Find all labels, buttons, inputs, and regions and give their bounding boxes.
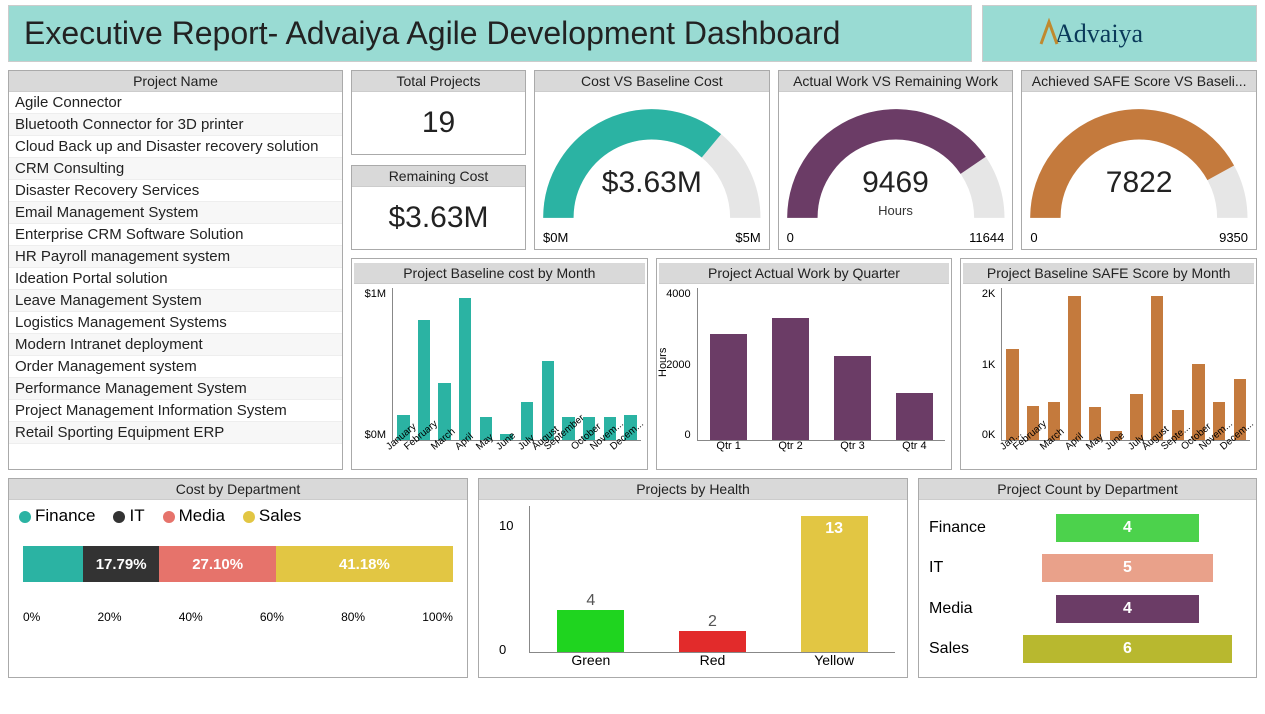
gauge-cost-max: $5M	[735, 230, 760, 245]
header: Executive Report- Advaiya Agile Developm…	[0, 0, 1265, 62]
project-list[interactable]: Agile ConnectorBluetooth Connector for 3…	[9, 92, 342, 469]
project-list-panel: Project Name Agile ConnectorBluetooth Co…	[8, 70, 343, 470]
project-list-title: Project Name	[9, 71, 342, 92]
list-item[interactable]: Retail Sporting Equipment ERP	[9, 422, 342, 444]
mini-charts-row: Project Baseline cost by Month $1M$0MJan…	[351, 258, 1257, 470]
gauge-safe-min: 0	[1030, 230, 1037, 245]
cost-department-axis: 0%20%40%60%80%100%	[23, 610, 453, 624]
list-item[interactable]: Leave Management System	[9, 290, 342, 312]
chart-count-department: Project Count by Department Finance4 IT5 M…	[918, 478, 1257, 678]
gauge-safe-title: Achieved SAFE Score VS Baseli...	[1022, 71, 1256, 92]
stacked-segment-it: 17.79%	[83, 546, 159, 582]
list-item[interactable]: Project Management Information System	[9, 400, 342, 422]
svg-text:Advaiya: Advaiya	[1055, 19, 1144, 48]
chart-actual-work-title: Project Actual Work by Quarter	[659, 263, 950, 284]
gauge-cost-title: Cost VS Baseline Cost	[535, 71, 769, 92]
stacked-segment-finance	[23, 546, 83, 582]
chart-baseline-cost: Project Baseline cost by Month $1M$0MJan…	[351, 258, 648, 470]
chart-cost-department: Cost by Department Finance IT Media Sales 1…	[8, 478, 468, 678]
list-item[interactable]: Modern Intranet deployment	[9, 334, 342, 356]
list-item[interactable]: Agile Connector	[9, 92, 342, 114]
chart-safe-score: Project Baseline SAFE Score by Month 2K1…	[960, 258, 1257, 470]
gauge-safe: Achieved SAFE Score VS Baseli... 7822 0 …	[1021, 70, 1257, 250]
gauge-safe-max: 9350	[1219, 230, 1248, 245]
kpi-column: Total Projects 19 Remaining Cost $3.63M	[351, 70, 526, 250]
list-item[interactable]: Ideation Portal solution	[9, 268, 342, 290]
list-item[interactable]: Enterprise CRM Software Solution	[9, 224, 342, 246]
kpi-total-projects: Total Projects 19	[351, 70, 526, 155]
gauge-cost: Cost VS Baseline Cost $3.63M $0M $5M	[534, 70, 770, 250]
gauge-work-sub: Hours	[779, 203, 1013, 218]
page-title: Executive Report- Advaiya Agile Developm…	[8, 5, 972, 62]
chart-projects-health: Projects by Health 4Green2Red13Yellow100	[478, 478, 908, 678]
list-item[interactable]: Email Management System	[9, 202, 342, 224]
list-item[interactable]: Order Management system	[9, 356, 342, 378]
gauge-safe-value: 7822	[1022, 166, 1256, 200]
legend-item[interactable]: Sales	[243, 506, 302, 526]
list-item[interactable]: Bluetooth Connector for 3D printer	[9, 114, 342, 136]
brand-logo: Advaiya	[982, 5, 1257, 62]
list-item[interactable]: CRM Consulting	[9, 158, 342, 180]
right-stack: Total Projects 19 Remaining Cost $3.63M …	[351, 70, 1257, 470]
cost-department-legend: Finance IT Media Sales	[9, 500, 467, 532]
bottom-row: Cost by Department Finance IT Media Sales 1…	[0, 470, 1265, 678]
stacked-segment-sales: 41.18%	[276, 546, 453, 582]
list-item[interactable]: Disaster Recovery Services	[9, 180, 342, 202]
kpi-remaining-cost: Remaining Cost $3.63M	[351, 165, 526, 250]
main-grid: Project Name Agile ConnectorBluetooth Co…	[0, 62, 1265, 470]
chart-count-department-title: Project Count by Department	[919, 479, 1256, 500]
legend-item[interactable]: Media	[163, 506, 225, 526]
list-item[interactable]: HR Payroll management system	[9, 246, 342, 268]
chart-actual-work: Project Actual Work by Quarter 400020000…	[656, 258, 953, 470]
chart-projects-health-title: Projects by Health	[479, 479, 907, 500]
kpi-remaining-cost-value: $3.63M	[352, 187, 525, 249]
funnel-row-media: Media4	[929, 595, 1246, 623]
kpi-total-projects-title: Total Projects	[352, 71, 525, 92]
legend-item[interactable]: Finance	[19, 506, 95, 526]
gauge-work: Actual Work VS Remaining Work 9469 Hours…	[778, 70, 1014, 250]
funnel-row-sales: Sales6	[929, 635, 1246, 663]
list-item[interactable]: Cloud Back up and Disaster recovery solu…	[9, 136, 342, 158]
kpi-total-projects-value: 19	[352, 92, 525, 154]
kpi-gauges-row: Total Projects 19 Remaining Cost $3.63M …	[351, 70, 1257, 250]
gauge-cost-value: $3.63M	[535, 166, 769, 200]
kpi-remaining-cost-title: Remaining Cost	[352, 166, 525, 187]
chart-safe-score-title: Project Baseline SAFE Score by Month	[963, 263, 1254, 284]
funnel-row-it: IT5	[929, 554, 1246, 582]
legend-item[interactable]: IT	[113, 506, 144, 526]
gauge-work-value: 9469	[779, 166, 1013, 200]
gauge-cost-min: $0M	[543, 230, 568, 245]
list-item[interactable]: Performance Management System	[9, 378, 342, 400]
stacked-segment-media: 27.10%	[159, 546, 276, 582]
gauge-work-max: 11644	[969, 230, 1004, 245]
list-item[interactable]: Logistics Management Systems	[9, 312, 342, 334]
gauge-work-min: 0	[787, 230, 794, 245]
gauge-work-title: Actual Work VS Remaining Work	[779, 71, 1013, 92]
cost-department-stacked-bar: 17.79%27.10%41.18%	[23, 546, 453, 582]
chart-baseline-cost-title: Project Baseline cost by Month	[354, 263, 645, 284]
chart-cost-department-title: Cost by Department	[9, 479, 467, 500]
funnel-row-finance: Finance4	[929, 514, 1246, 542]
